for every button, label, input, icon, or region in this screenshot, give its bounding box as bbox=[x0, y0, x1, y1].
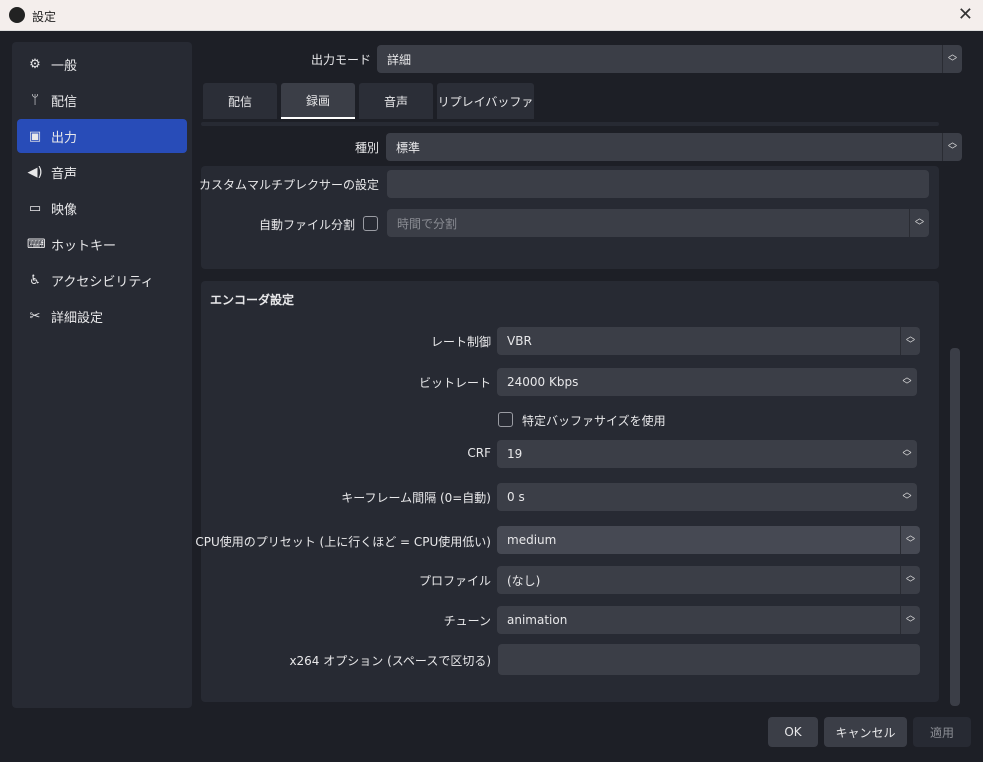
tune-label: チューン bbox=[443, 614, 491, 628]
chevron-updown-icon: ︿ ﹀ bbox=[909, 209, 929, 237]
rate-control-label: レート制御 bbox=[430, 335, 491, 349]
chevron-updown-icon: ︿ ﹀ bbox=[942, 133, 962, 161]
spin-arrows-icon[interactable]: ︿ ﹀ bbox=[897, 368, 917, 396]
sidebar-item-output[interactable]: ▣ 出力 bbox=[17, 119, 187, 153]
output-icon: ▣ bbox=[28, 128, 42, 144]
title-bar: 設定 ✕ bbox=[0, 0, 983, 31]
buffer-size-checkbox[interactable] bbox=[498, 412, 513, 427]
sidebar-item-label: 映像 bbox=[51, 202, 78, 218]
window-title: 設定 bbox=[32, 10, 57, 24]
sidebar-item-advanced[interactable]: ✂ 詳細設定 bbox=[17, 299, 187, 333]
x264-options-label: x264 オプション (スペースで区切る) bbox=[289, 654, 491, 668]
encoder-title: エンコーダ設定 bbox=[210, 293, 295, 307]
rate-control-select[interactable]: VBR ︿ ﹀ bbox=[497, 327, 920, 355]
crf-label: CRF bbox=[467, 446, 491, 460]
speaker-icon: ◀) bbox=[27, 164, 43, 180]
type-value: 標準 bbox=[396, 140, 421, 155]
sidebar-item-video[interactable]: ▭ 映像 bbox=[17, 191, 187, 225]
sidebar-item-accessibility[interactable]: ♿ アクセシビリティ bbox=[17, 263, 187, 297]
output-mode-value: 詳細 bbox=[387, 52, 412, 67]
sidebar-item-label: 一般 bbox=[51, 58, 78, 74]
keyframe-spinbox[interactable]: 0 s ︿ ﹀ bbox=[497, 483, 917, 511]
sidebar-item-audio[interactable]: ◀) 音声 bbox=[17, 155, 187, 189]
sidebar-item-label: 出力 bbox=[51, 130, 78, 146]
bitrate-spinbox[interactable]: 24000 Kbps ︿ ﹀ bbox=[497, 368, 917, 396]
sidebar-item-hotkeys[interactable]: ⌨ ホットキー bbox=[17, 227, 187, 261]
preset-select[interactable]: medium ︿ ﹀ bbox=[497, 526, 920, 554]
buffer-size-label: 特定バッファサイズを使用 bbox=[522, 414, 666, 428]
chevron-updown-icon: ︿ ﹀ bbox=[900, 606, 920, 634]
sidebar-item-label: アクセシビリティ bbox=[51, 274, 154, 290]
chevron-updown-icon: ︿ ﹀ bbox=[900, 327, 920, 355]
gear-icon: ⚙ bbox=[29, 56, 41, 72]
sidebar: ⚙ 一般 ᛘ 配信 ▣ 出力 ◀) 音声 ▭ 映像 ⌨ ホットキー ♿ アクセシビリティ ✂ 詳… bbox=[12, 42, 192, 708]
monitor-icon: ▭ bbox=[28, 200, 42, 216]
split-placeholder: 時間で分割 bbox=[397, 216, 458, 231]
tab-stream[interactable]: 配信 bbox=[203, 83, 277, 119]
sidebar-item-label: 詳細設定 bbox=[51, 310, 104, 326]
rate-control-value: VBR bbox=[507, 334, 532, 348]
split-label: 自動ファイル分割 bbox=[258, 218, 355, 232]
keyboard-icon: ⌨ bbox=[27, 236, 46, 252]
profile-label: プロファイル bbox=[418, 574, 491, 588]
chevron-updown-icon: ︿ ﹀ bbox=[900, 526, 920, 554]
preset-label: CPU使用のプリセット (上に行くほど = CPU使用低い) bbox=[195, 535, 491, 549]
spin-arrows-icon[interactable]: ︿ ﹀ bbox=[897, 483, 917, 511]
tab-recording[interactable]: 録画 bbox=[281, 83, 355, 119]
sidebar-item-general[interactable]: ⚙ 一般 bbox=[17, 47, 187, 81]
ok-button[interactable]: OK bbox=[768, 717, 818, 747]
chevron-updown-icon: ︿ ﹀ bbox=[900, 566, 920, 594]
type-label: 種別 bbox=[354, 141, 379, 155]
keyframe-label: キーフレーム間隔 (0=自動) bbox=[341, 491, 491, 505]
crf-value: 19 bbox=[507, 447, 523, 461]
bitrate-label: ビットレート bbox=[418, 376, 491, 390]
type-select[interactable]: 標準 ︿ ﹀ bbox=[386, 133, 962, 161]
output-mode-label: 出力モード bbox=[310, 53, 371, 67]
scrollbar[interactable] bbox=[950, 348, 960, 706]
split-checkbox[interactable] bbox=[363, 216, 378, 231]
tune-value: animation bbox=[507, 613, 568, 627]
sidebar-item-stream[interactable]: ᛘ 配信 bbox=[17, 83, 187, 117]
antenna-icon: ᛘ bbox=[31, 92, 39, 108]
muxer-label: カスタムマルチプレクサーの設定 bbox=[198, 178, 379, 192]
bitrate-value: 24000 Kbps bbox=[507, 375, 579, 389]
x264-options-input[interactable] bbox=[498, 644, 920, 675]
sidebar-item-label: 配信 bbox=[51, 94, 78, 110]
tools-icon: ✂ bbox=[29, 308, 41, 324]
split-select[interactable]: 時間で分割 ︿ ﹀ bbox=[387, 209, 929, 237]
sidebar-item-label: 音声 bbox=[51, 166, 78, 182]
keyframe-value: 0 s bbox=[507, 490, 525, 504]
accessibility-icon: ♿ bbox=[29, 272, 41, 288]
crf-spinbox[interactable]: 19 ︿ ﹀ bbox=[497, 440, 917, 468]
close-icon[interactable]: ✕ bbox=[958, 4, 973, 25]
output-mode-select[interactable]: 詳細 ︿ ﹀ bbox=[377, 45, 962, 73]
sidebar-item-label: ホットキー bbox=[51, 238, 117, 254]
muxer-input[interactable] bbox=[387, 170, 929, 198]
obs-logo-icon bbox=[9, 7, 25, 23]
preset-value: medium bbox=[507, 533, 557, 547]
chevron-updown-icon: ︿ ﹀ bbox=[942, 45, 962, 73]
cancel-button[interactable]: キャンセル bbox=[824, 717, 907, 747]
tab-replay-buffer[interactable]: リプレイバッファ bbox=[437, 83, 534, 119]
profile-select[interactable]: (なし) ︿ ﹀ bbox=[497, 566, 920, 594]
tab-audio[interactable]: 音声 bbox=[359, 83, 433, 119]
tune-select[interactable]: animation ︿ ﹀ bbox=[497, 606, 920, 634]
apply-button[interactable]: 適用 bbox=[913, 717, 971, 747]
spin-arrows-icon[interactable]: ︿ ﹀ bbox=[897, 440, 917, 468]
tab-divider bbox=[201, 122, 939, 126]
profile-value: (なし) bbox=[507, 573, 541, 588]
